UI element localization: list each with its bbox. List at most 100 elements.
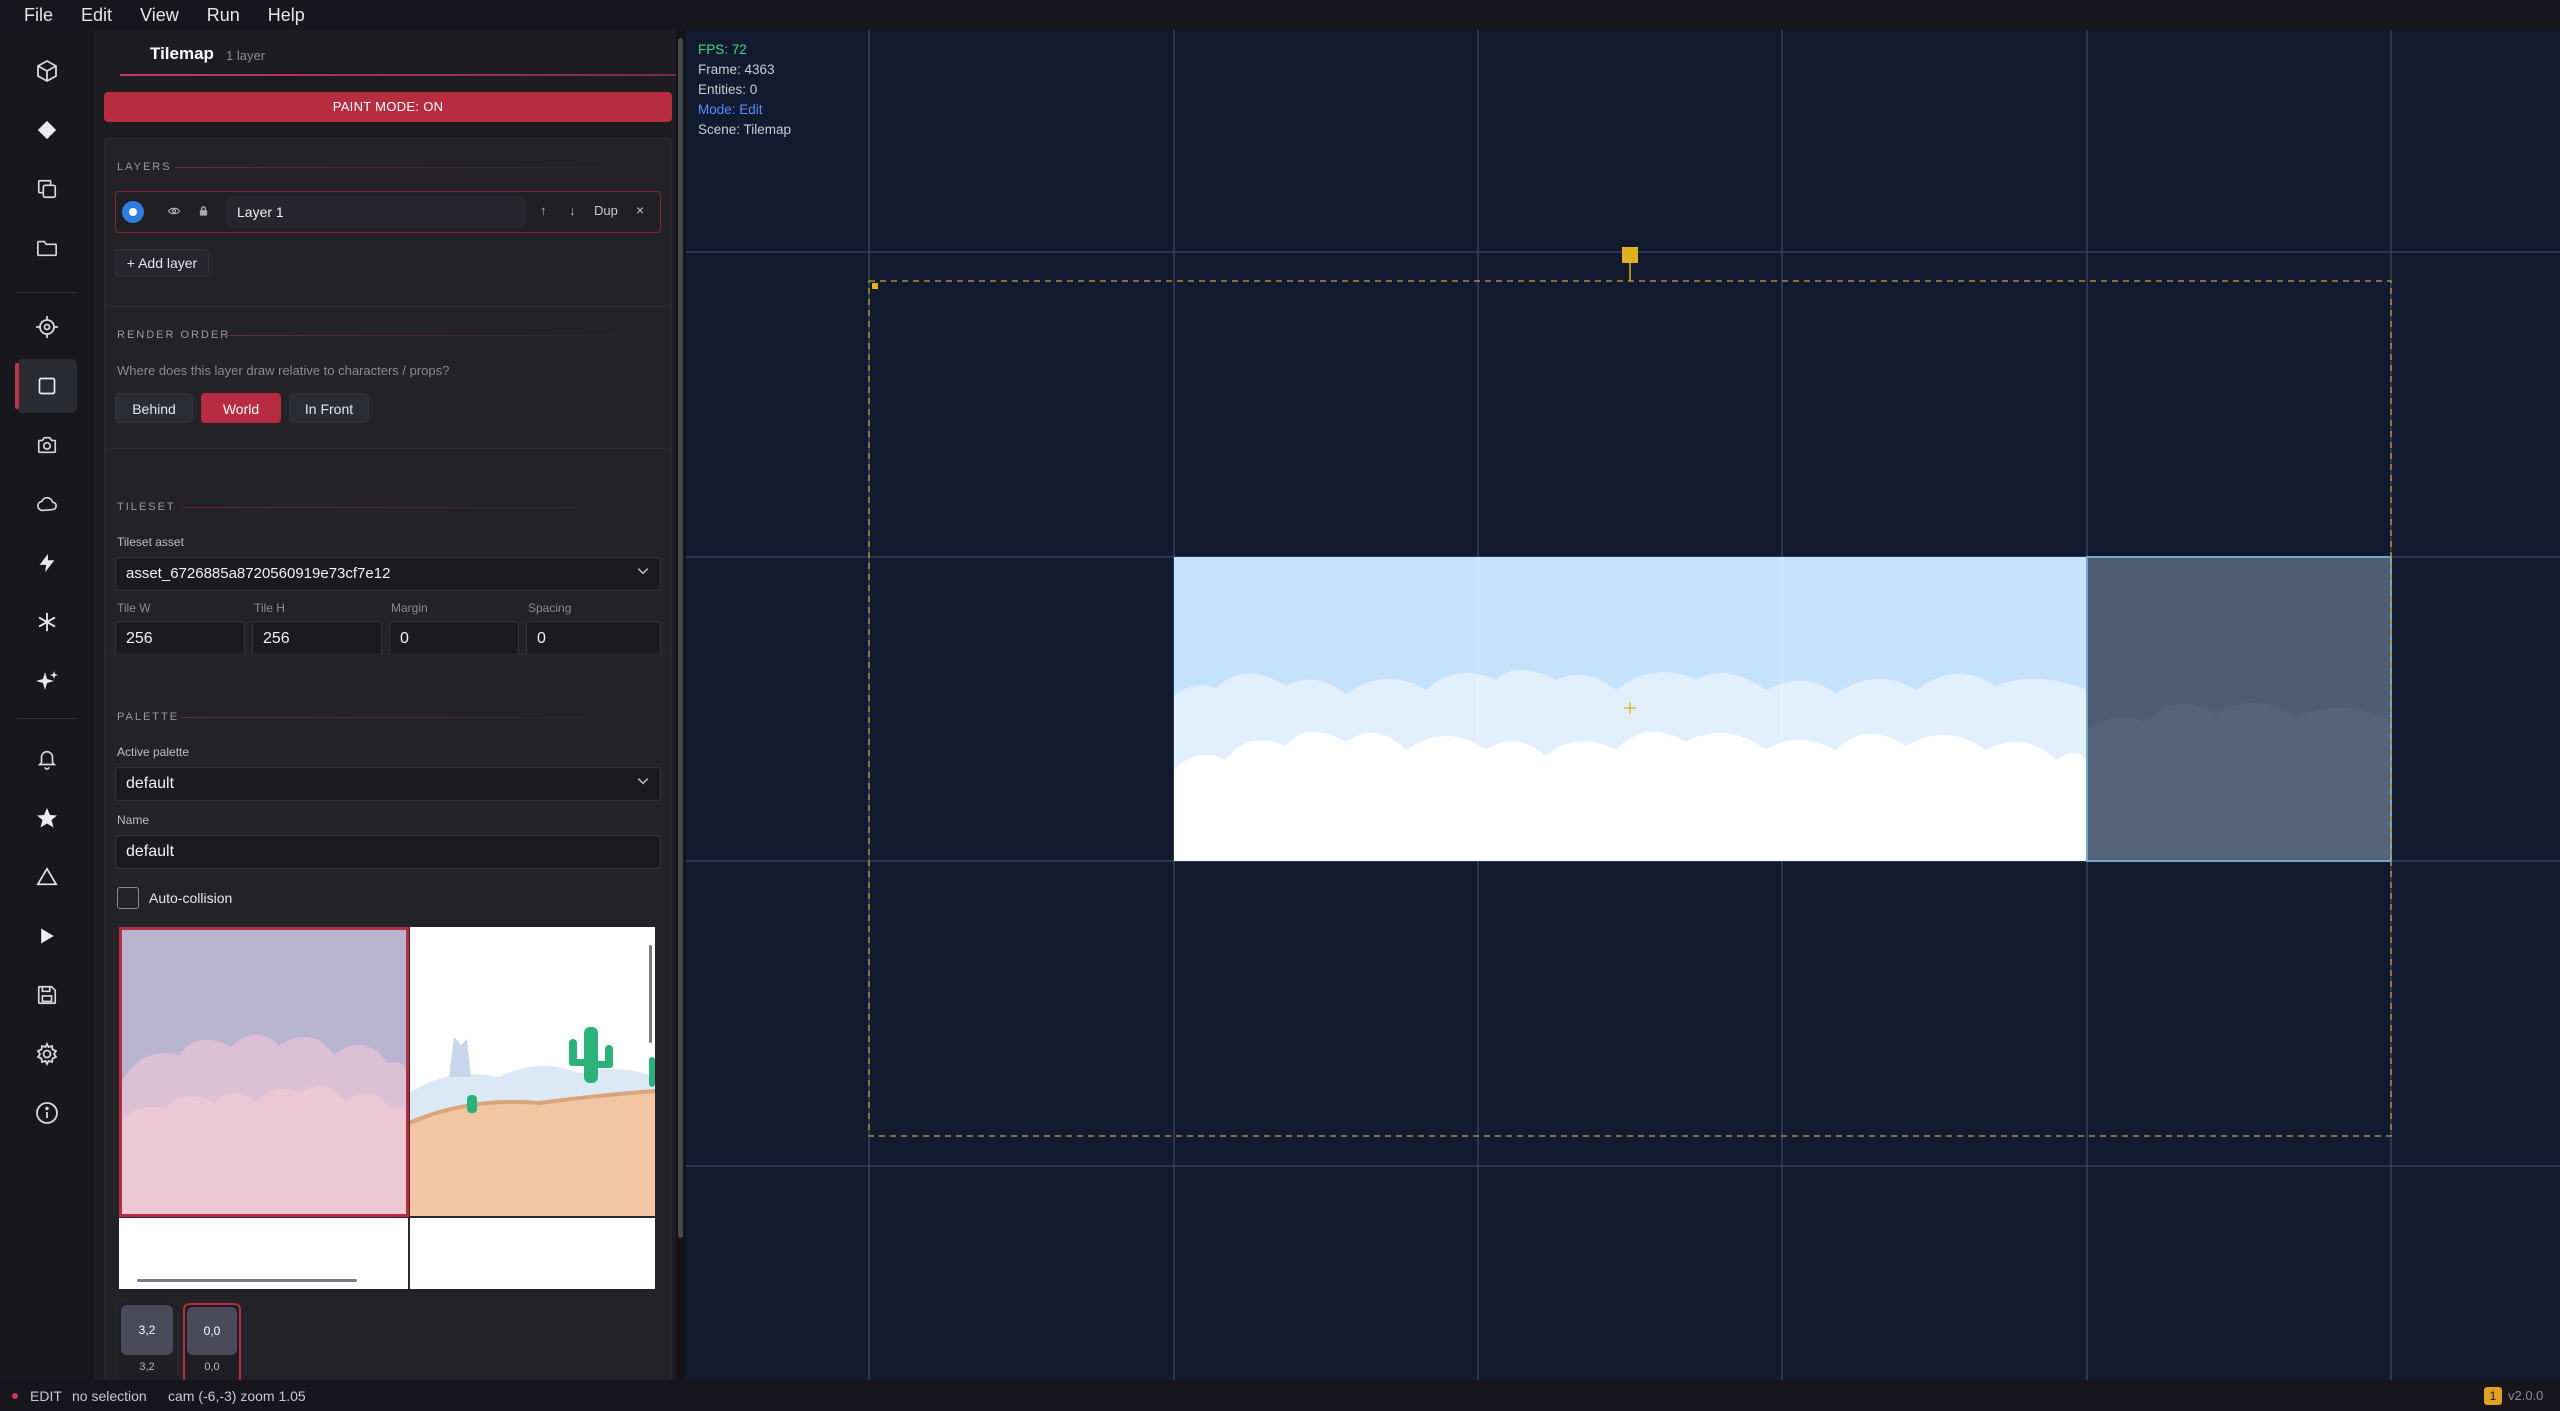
tile-w-input[interactable]: 256 [115, 621, 245, 657]
menu-run[interactable]: Run [193, 0, 254, 30]
spacing-input[interactable]: 0 [526, 621, 661, 657]
swatch-chip: 0,0 [187, 1307, 237, 1355]
scene-readout: Scene: Tilemap [698, 122, 792, 137]
layer-count: 1 layer [226, 48, 266, 63]
panel-scrollbar[interactable] [676, 30, 686, 1380]
section-rule [225, 335, 655, 336]
palette-section: PALETTE Active palette default Name defa… [104, 654, 672, 1380]
app-version: v2.0.0 [2508, 1388, 2544, 1403]
palette-swatch[interactable]: 3,2 3,2 [119, 1303, 175, 1380]
margin-input[interactable]: 0 [389, 621, 519, 657]
mode-dot-icon [12, 1393, 18, 1399]
star-icon[interactable] [17, 791, 77, 845]
sparkle-icon[interactable] [17, 654, 77, 708]
tile-h-label: Tile H [254, 601, 285, 615]
render-world-button[interactable]: World [201, 393, 281, 423]
mode-readout: Mode: Edit [698, 102, 763, 117]
section-rule [175, 167, 655, 168]
tilemap-inspector: Tilemap 1 layer PAINT MODE: ON LAYERS La… [94, 30, 676, 1380]
status-bar: EDIT no selection cam (-6,-3) zoom 1.05 … [0, 1380, 2560, 1411]
diamond-icon[interactable] [17, 103, 77, 157]
status-mode: EDIT [30, 1388, 62, 1404]
triangle-icon[interactable] [17, 850, 77, 904]
render-in-front-button[interactable]: In Front [289, 393, 369, 423]
status-selection: no selection [72, 1388, 147, 1404]
copy-icon[interactable] [17, 162, 77, 216]
menu-edit[interactable]: Edit [67, 0, 126, 30]
camera-icon[interactable] [17, 418, 77, 472]
tileset-section: TILESET Tileset asset asset_6726885a8720… [104, 448, 672, 668]
move-layer-down-button[interactable]: ↓ [569, 203, 576, 218]
tileset-heading: TILESET [117, 501, 176, 513]
entity-marker [1622, 247, 1638, 263]
play-icon[interactable] [17, 909, 77, 963]
crosshair-icon[interactable] [17, 300, 77, 354]
move-layer-up-button[interactable]: ↑ [540, 203, 547, 218]
entities-readout: Entities: 0 [698, 82, 758, 97]
swatch-caption: 3,2 [139, 1361, 155, 1373]
tool-rail [0, 30, 94, 1380]
gear-icon[interactable] [17, 1027, 77, 1081]
active-palette-label: Active palette [117, 745, 190, 759]
panel-title: Tilemap [150, 44, 214, 63]
menu-help[interactable]: Help [254, 0, 319, 30]
active-palette-select[interactable]: default [115, 767, 661, 801]
folder-icon[interactable] [17, 221, 77, 275]
render-order-section: RENDER ORDER Where does this layer draw … [104, 306, 672, 460]
add-layer-button[interactable]: + Add layer [115, 249, 209, 277]
paint-mode-button[interactable]: PAINT MODE: ON [104, 92, 672, 122]
scrollbar-thumb[interactable] [678, 38, 683, 1238]
lightning-icon[interactable] [17, 536, 77, 590]
info-icon[interactable] [17, 1086, 77, 1140]
chevron-down-icon [636, 768, 650, 800]
rail-divider [17, 292, 77, 293]
auto-collision-checkbox[interactable] [117, 887, 139, 909]
asterisk-icon[interactable] [17, 595, 77, 649]
active-palette-value: default [126, 775, 175, 792]
fps-readout: FPS: 72 [698, 42, 747, 57]
render-behind-button[interactable]: Behind [115, 393, 193, 423]
lock-icon[interactable] [198, 204, 209, 222]
layers-section: LAYERS Layer 1 ↑ ↓ Dup × + Add layer [104, 138, 672, 328]
section-rule [181, 717, 653, 718]
swatch-caption: 0,0 [204, 1361, 220, 1373]
rail-divider [17, 718, 77, 719]
bounds-handle [872, 283, 878, 289]
menu-file[interactable]: File [10, 0, 67, 30]
palette-swatch-selected[interactable]: 0,0 0,0 [183, 1303, 241, 1380]
frame-readout: Frame: 4363 [698, 62, 775, 77]
palette-name-input[interactable]: default [115, 835, 661, 869]
brush-preview-tile [2086, 556, 2392, 862]
tileset-preview[interactable] [119, 927, 655, 1289]
chevron-down-icon [636, 558, 650, 590]
delete-layer-button[interactable]: × [636, 202, 644, 218]
menu-bar: File Edit View Run Help [0, 0, 2560, 30]
tileset-asset-value: asset_6726885a8720560919e73cf7e12 [126, 565, 391, 582]
square-icon[interactable] [15, 359, 77, 413]
layer-row[interactable]: Layer 1 ↑ ↓ Dup × [115, 191, 661, 233]
debug-overlay: FPS: 72 Frame: 4363 Entities: 0 Mode: Ed… [698, 40, 791, 140]
status-camera: cam (-6,-3) zoom 1.05 [168, 1388, 306, 1404]
eye-icon[interactable] [167, 204, 181, 222]
tile-h-input[interactable]: 256 [252, 621, 382, 657]
save-icon[interactable] [17, 968, 77, 1022]
menu-view[interactable]: View [126, 0, 193, 30]
render-order-heading: RENDER ORDER [117, 329, 231, 341]
layers-heading: LAYERS [117, 161, 172, 173]
auto-collision-label: Auto-collision [149, 890, 233, 906]
tileset-asset-label: Tileset asset [117, 535, 184, 549]
notification-badge[interactable]: 1 [2484, 1387, 2502, 1405]
active-layer-radio[interactable] [122, 201, 144, 223]
spacing-label: Spacing [528, 601, 572, 615]
tile-w-label: Tile W [117, 601, 151, 615]
render-order-help: Where does this layer draw relative to c… [117, 363, 450, 378]
cube-icon[interactable] [17, 44, 77, 98]
scene-viewport[interactable]: FPS: 72 Frame: 4363 Entities: 0 Mode: Ed… [686, 30, 2560, 1380]
duplicate-layer-button[interactable]: Dup [594, 203, 618, 218]
cloud-icon[interactable] [17, 477, 77, 531]
layer-name-input[interactable]: Layer 1 [226, 196, 526, 228]
tileset-asset-select[interactable]: asset_6726885a8720560919e73cf7e12 [115, 557, 661, 591]
section-rule [183, 507, 653, 508]
bell-icon[interactable] [17, 732, 77, 786]
margin-label: Margin [391, 601, 428, 615]
